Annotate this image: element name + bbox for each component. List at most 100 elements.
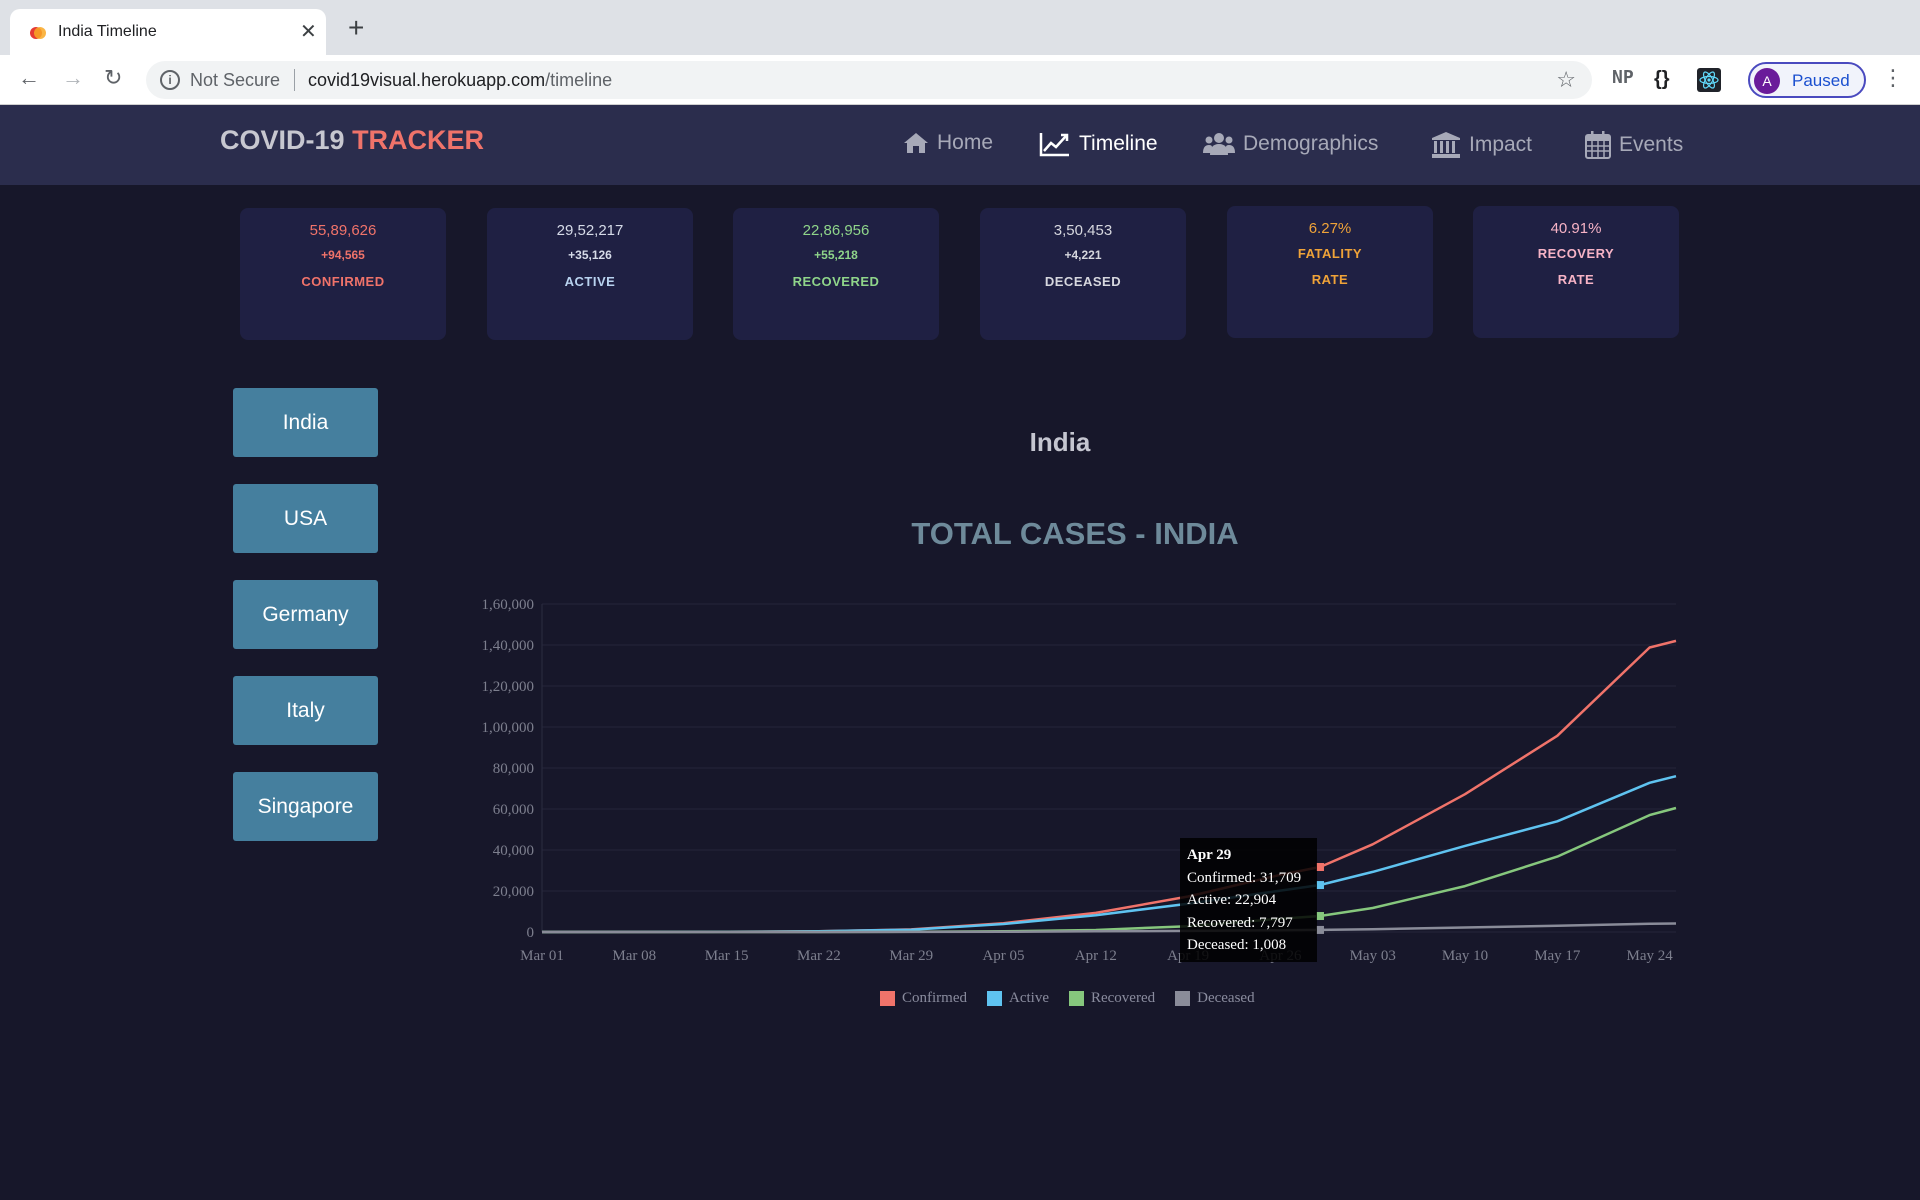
x-tick-label: Mar 22: [797, 948, 841, 964]
nav-home[interactable]: Home: [903, 131, 993, 155]
y-tick-label: 1,20,000: [482, 679, 535, 695]
stat-delta: +55,218: [814, 248, 858, 262]
avatar: A: [1754, 68, 1780, 94]
country-button-singapore[interactable]: Singapore: [233, 772, 378, 841]
stat-label: CONFIRMED: [301, 274, 385, 289]
stat-card-confirmed: 55,89,626 +94,565 CONFIRMED: [240, 208, 446, 340]
y-tick-label: 40,000: [493, 843, 534, 859]
new-tab-button[interactable]: +: [348, 14, 364, 42]
legend-item-recovered[interactable]: Recovered: [1068, 990, 1155, 1007]
calendar-icon: [1585, 131, 1611, 159]
chart-tooltip: Apr 29 Confirmed: 31,709 Active: 22,904 …: [1180, 838, 1317, 962]
hover-marker-deceased: [1315, 925, 1324, 934]
total-cases-chart[interactable]: 0 20,000 40,000 60,000 80,000 1,00,000 1,20,00…: [460, 580, 1700, 980]
users-icon: [1203, 133, 1235, 155]
nav-impact[interactable]: Impact: [1431, 131, 1532, 159]
brand-logo[interactable]: COVID-19 TRACKER: [220, 125, 484, 156]
x-tick-label: Apr 12: [1075, 948, 1117, 964]
country-button-india[interactable]: India: [233, 388, 378, 457]
tooltip-line: Active: 22,904: [1187, 892, 1277, 908]
stat-label: RATE: [1557, 272, 1595, 287]
stat-label: ACTIVE: [564, 274, 616, 289]
institution-icon: [1432, 132, 1460, 158]
series-line-confirmed: [541, 639, 1677, 934]
stat-value: 55,89,626: [309, 222, 377, 239]
address-bar: ← → ↻ i Not Secure covid19visual.herokua…: [0, 55, 1920, 105]
browser-tab[interactable]: India Timeline ✕: [10, 9, 326, 55]
url-input[interactable]: i Not Secure covid19visual.herokuapp.com…: [146, 61, 1592, 99]
nav-timeline[interactable]: Timeline: [1039, 131, 1158, 157]
chart-legend: Confirmed Active Recovered Deceased: [880, 990, 1255, 1007]
chart-series: [541, 639, 1677, 934]
url-divider: [294, 69, 295, 91]
nav-events[interactable]: Events: [1585, 131, 1683, 159]
x-tick-label: Mar 29: [889, 948, 933, 964]
stat-card-active: 29,52,217 +35,126 ACTIVE: [487, 208, 693, 340]
favicon-icon: [30, 27, 46, 39]
stat-value: 22,86,956: [802, 222, 870, 239]
legend-swatch: [987, 991, 1002, 1006]
hover-marker-active: [1315, 881, 1324, 890]
stat-label: FATALITY: [1297, 246, 1363, 261]
info-icon[interactable]: i: [160, 70, 180, 90]
x-tick-label: May 10: [1442, 948, 1488, 964]
stat-delta: +35,126: [568, 248, 612, 262]
stat-card-fatality-rate: 6.27% FATALITY RATE: [1227, 206, 1433, 338]
tooltip-line: Deceased: 1,008: [1187, 937, 1287, 953]
profile-button[interactable]: A Paused: [1748, 62, 1866, 98]
legend-swatch: [1068, 991, 1084, 1006]
stat-value: 29,52,217: [556, 222, 624, 239]
country-button-italy[interactable]: Italy: [233, 676, 378, 745]
url-text: covid19visual.herokuapp.com/timeline: [308, 70, 613, 90]
x-tick-label: Apr 05: [982, 948, 1024, 964]
legend-item-confirmed[interactable]: Confirmed: [880, 990, 967, 1007]
chart-hover-markers: [1315, 862, 1324, 934]
close-tab-icon[interactable]: ✕: [300, 19, 317, 44]
menu-kebab-icon[interactable]: ⋮: [1882, 65, 1904, 91]
tab-title: India Timeline: [58, 23, 157, 40]
x-tick-label: Mar 15: [705, 948, 749, 964]
back-arrow-icon[interactable]: ←: [18, 67, 40, 89]
y-tick-label: 0: [527, 925, 535, 941]
stat-value: 6.27%: [1308, 220, 1352, 237]
y-tick-label: 80,000: [493, 761, 534, 777]
np-extension-icon[interactable]: NP: [1612, 69, 1634, 87]
stat-label: RECOVERY: [1537, 246, 1615, 261]
country-button-germany[interactable]: Germany: [233, 580, 378, 649]
react-devtools-icon[interactable]: [1697, 68, 1721, 92]
stat-value: 3,50,453: [1053, 222, 1113, 239]
legend-swatch: [1175, 991, 1191, 1006]
y-tick-label: 1,60,000: [482, 597, 535, 613]
not-secure-label: Not Secure: [190, 70, 281, 90]
site-header: COVID-19 TRACKER Home Timeline Demograph…: [0, 105, 1920, 185]
tooltip-date: Apr 29: [1187, 847, 1232, 863]
hover-marker-recovered: [1315, 912, 1324, 921]
y-tick-label: 1,00,000: [482, 720, 535, 736]
stat-delta: +94,565: [321, 248, 365, 262]
country-button-usa[interactable]: USA: [233, 484, 378, 553]
chart-country-heading: India: [1029, 427, 1091, 457]
y-tick-label: 1,40,000: [482, 638, 535, 654]
y-tick-label: 20,000: [493, 884, 534, 900]
legend-item-deceased[interactable]: Deceased: [1175, 990, 1255, 1007]
browser-tab-bar: India Timeline ✕ +: [0, 0, 1920, 55]
profile-status: Paused: [1792, 71, 1850, 90]
x-tick-label: May 17: [1534, 948, 1581, 964]
bookmark-star-icon[interactable]: ☆: [1556, 67, 1576, 93]
forward-arrow-icon[interactable]: →: [62, 67, 84, 89]
legend-item-active[interactable]: Active: [987, 990, 1049, 1007]
hover-marker-confirmed: [1315, 862, 1324, 871]
x-tick-label: May 03: [1350, 948, 1396, 964]
stat-card-deceased: 3,50,453 +4,221 DECEASED: [980, 208, 1186, 340]
stat-label: DECEASED: [1044, 274, 1122, 289]
stat-card-recovery-rate: 40.91% RECOVERY RATE: [1473, 206, 1679, 338]
stat-card-recovered: 22,86,956 +55,218 RECOVERED: [733, 208, 939, 340]
reload-icon[interactable]: ↻: [104, 67, 122, 89]
nav-demographics[interactable]: Demographics: [1203, 131, 1378, 157]
x-tick-label: May 24: [1627, 948, 1674, 964]
line-chart-icon: [1039, 133, 1069, 157]
stat-label: RECOVERED: [792, 274, 880, 289]
home-icon: [904, 133, 928, 153]
legend-swatch: [880, 991, 895, 1006]
json-extension-icon[interactable]: {}: [1654, 69, 1670, 89]
